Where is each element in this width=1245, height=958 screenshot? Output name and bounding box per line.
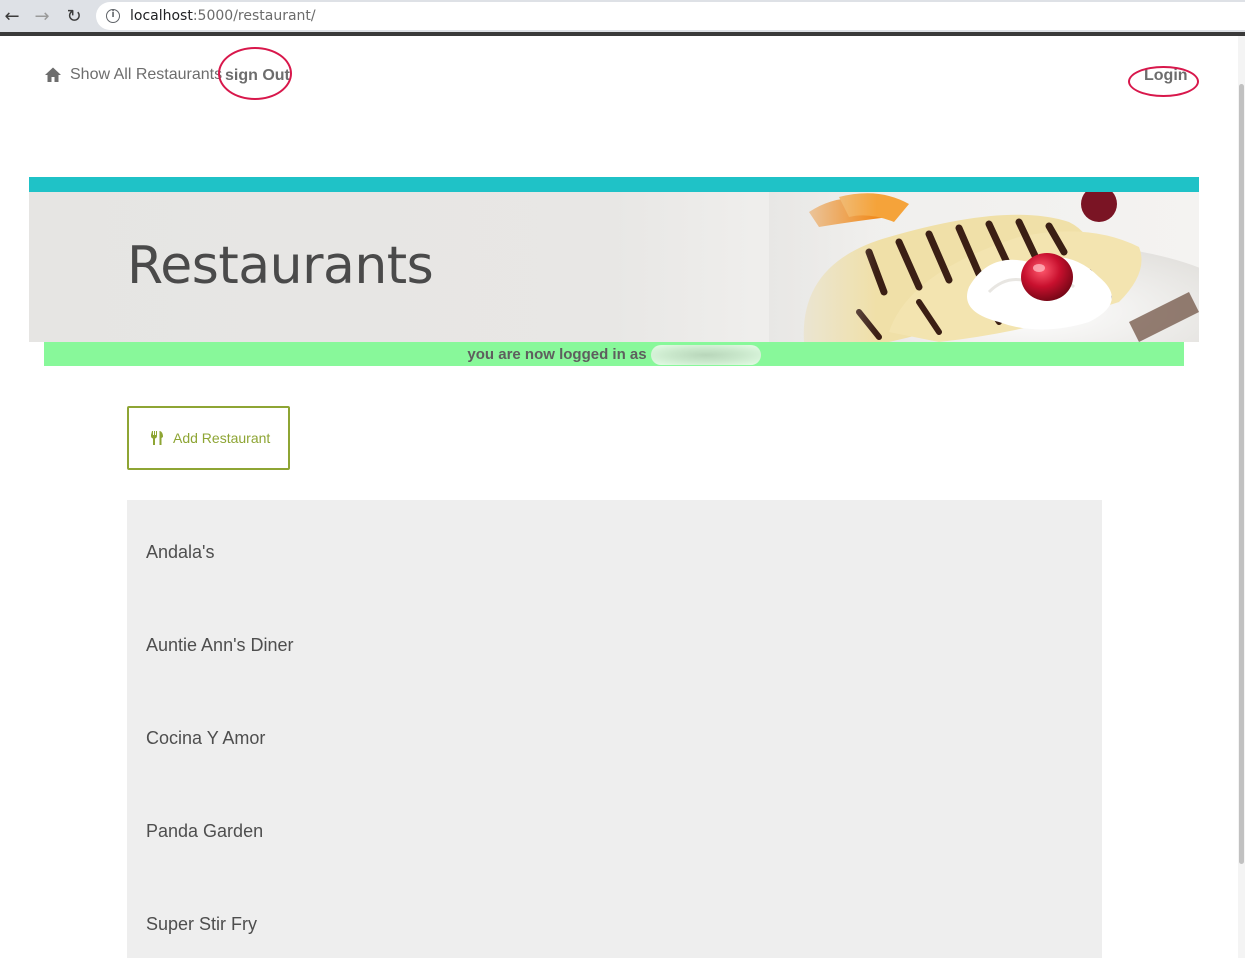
flash-message-text: you are now logged in as xyxy=(467,345,761,365)
flash-text: you are now logged in as xyxy=(467,345,647,363)
restaurant-list: Andala's Auntie Ann's Diner Cocina Y Amo… xyxy=(127,500,1102,958)
restaurant-item[interactable]: Auntie Ann's Diner xyxy=(146,635,294,656)
restaurant-item[interactable]: Andala's xyxy=(146,542,214,563)
banner-accent-stripe xyxy=(29,177,1199,192)
page-scrollbar[interactable] xyxy=(1238,36,1245,958)
fork-knife-icon xyxy=(151,431,163,445)
banner: Restaurants xyxy=(29,192,1199,342)
back-arrow-icon[interactable]: ← xyxy=(0,4,24,28)
top-navigation: Show All Restaurants sign Out Login xyxy=(0,36,1238,116)
show-all-restaurants-link[interactable]: Show All Restaurants xyxy=(44,66,222,84)
login-link[interactable]: Login xyxy=(1144,67,1188,85)
browser-toolbar: ← → ↻ i localhost:5000/restaurant/ xyxy=(0,0,1245,32)
restaurant-item[interactable]: Super Stir Fry xyxy=(146,914,257,935)
redacted-username xyxy=(650,345,761,365)
restaurant-item[interactable]: Cocina Y Amor xyxy=(146,728,265,749)
reload-icon[interactable]: ↻ xyxy=(62,4,86,28)
flash-message: you are now logged in as xyxy=(44,342,1184,366)
forward-arrow-icon[interactable]: → xyxy=(30,4,54,28)
address-bar[interactable]: i localhost:5000/restaurant/ xyxy=(96,2,1245,30)
home-link-label: Show All Restaurants xyxy=(70,66,223,83)
url-host: localhost xyxy=(130,8,193,24)
scrollbar-thumb[interactable] xyxy=(1239,84,1244,864)
add-restaurant-button[interactable]: Add Restaurant xyxy=(127,406,290,470)
info-icon[interactable]: i xyxy=(106,9,120,23)
page-title: Restaurants xyxy=(127,236,434,296)
dessert-banner-image xyxy=(769,192,1199,342)
restaurant-item[interactable]: Panda Garden xyxy=(146,821,263,842)
sign-out-link[interactable]: sign Out xyxy=(225,67,290,85)
add-restaurant-label: Add Restaurant xyxy=(173,430,271,446)
home-icon xyxy=(45,67,61,82)
url-path: :5000/restaurant/ xyxy=(192,8,316,24)
